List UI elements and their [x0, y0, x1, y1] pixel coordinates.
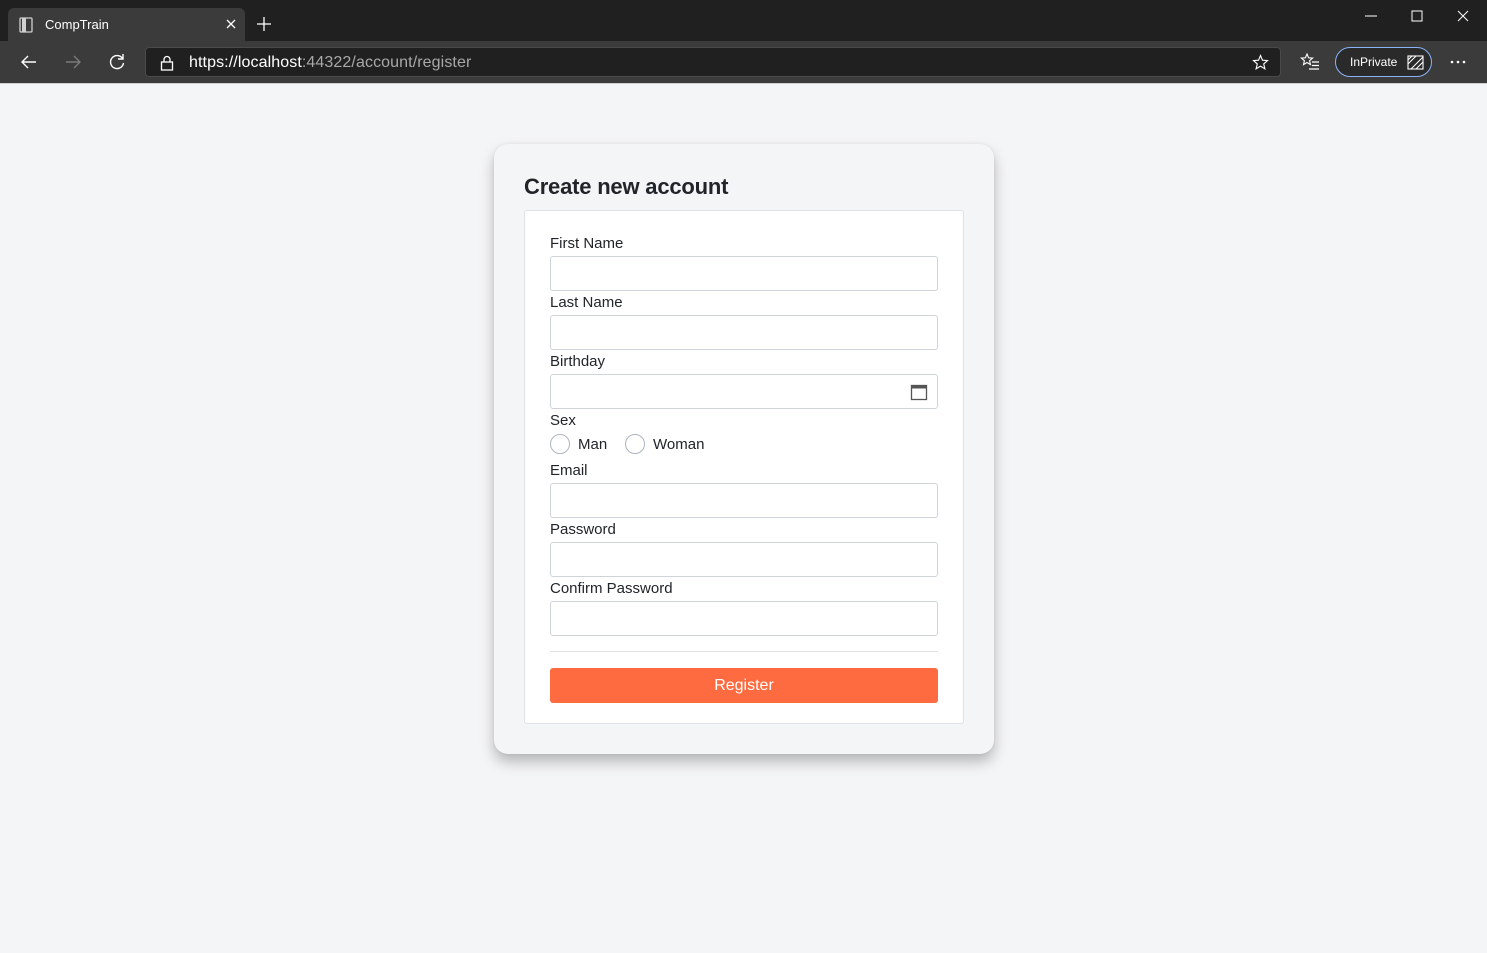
last-name-label: Last Name [550, 294, 623, 311]
lock-icon[interactable] [160, 55, 174, 71]
tab-title: CompTrain [45, 17, 109, 32]
page-icon [19, 17, 33, 33]
email-field[interactable] [550, 483, 938, 518]
calendar-icon[interactable] [910, 383, 928, 401]
inprivate-icon [1407, 55, 1424, 70]
forward-arrow-icon[interactable] [63, 52, 83, 72]
sex-radio-man[interactable] [550, 434, 570, 454]
more-icon[interactable] [1448, 54, 1468, 70]
back-arrow-icon[interactable] [19, 52, 39, 72]
maximize-icon[interactable] [1409, 8, 1425, 24]
inprivate-button[interactable]: InPrivate [1335, 47, 1432, 77]
url-host: localhost [237, 54, 302, 71]
confirm-password-field[interactable] [550, 601, 938, 636]
star-icon[interactable] [1252, 54, 1269, 71]
sex-option-woman-label[interactable]: Woman [653, 436, 704, 453]
minimize-icon[interactable] [1363, 8, 1379, 24]
url-text[interactable]: https://localhost:44322/account/register [189, 54, 471, 72]
password-label: Password [550, 521, 616, 538]
address-bar[interactable]: https://localhost:44322/account/register [145, 47, 1281, 77]
form-divider [550, 651, 938, 652]
refresh-icon[interactable] [107, 52, 127, 72]
password-field[interactable] [550, 542, 938, 577]
browser-title-bar: CompTrain [0, 0, 1487, 41]
plus-icon[interactable] [256, 16, 272, 32]
url-scheme: https:// [189, 54, 238, 71]
sex-label: Sex [550, 412, 576, 429]
register-button[interactable]: Register [550, 668, 938, 703]
browser-tab[interactable]: CompTrain [8, 8, 245, 41]
sex-radio-woman[interactable] [625, 434, 645, 454]
register-form: First Name Last Name Birthday Sex Man Wo… [524, 210, 964, 724]
page-title: Create new account [524, 174, 729, 199]
favorites-icon[interactable] [1300, 52, 1320, 72]
birthday-label: Birthday [550, 353, 606, 370]
browser-toolbar: https://localhost:44322/account/register… [0, 41, 1487, 83]
viewport-border [0, 83, 1487, 84]
first-name-field[interactable] [550, 256, 938, 291]
sex-option-man-label[interactable]: Man [578, 436, 607, 453]
url-path: :44322/account/register [301, 54, 472, 71]
close-icon[interactable] [224, 17, 238, 31]
close-window-icon[interactable] [1455, 8, 1471, 24]
first-name-label: First Name [550, 235, 624, 252]
last-name-field[interactable] [550, 315, 938, 350]
inprivate-label: InPrivate [1350, 55, 1398, 69]
register-card: Create new account First Name Last Name … [494, 144, 994, 754]
email-label: Email [550, 462, 588, 479]
confirm-password-label: Confirm Password [550, 580, 673, 597]
birthday-field[interactable] [550, 374, 938, 409]
